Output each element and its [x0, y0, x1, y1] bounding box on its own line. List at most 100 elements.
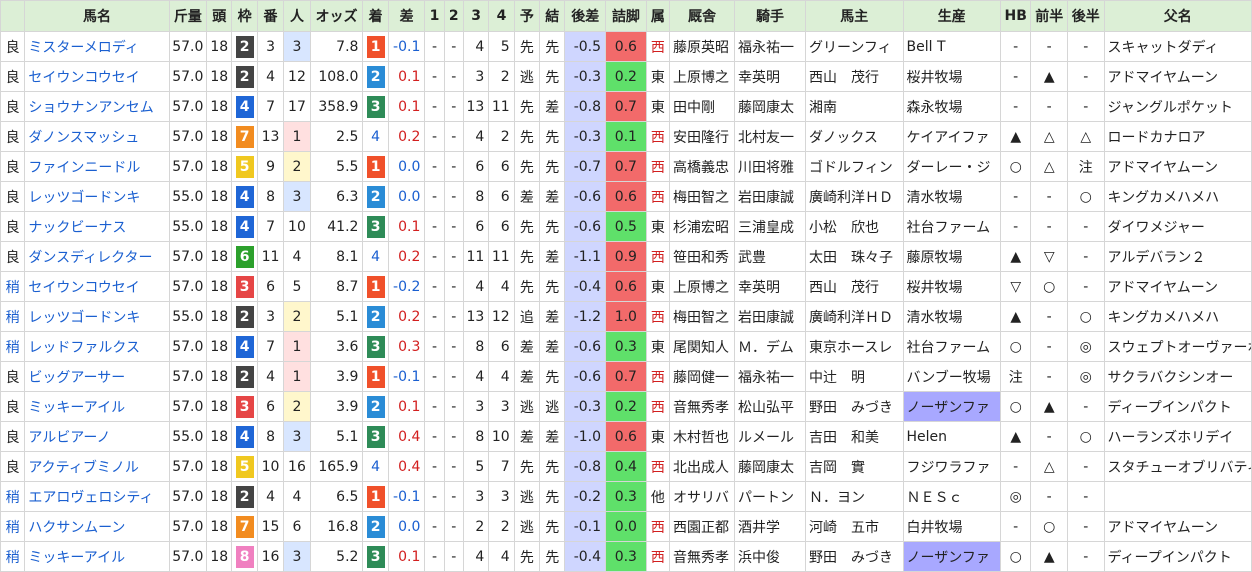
region: 他 [645, 481, 670, 512]
jockey: 幸英明 [733, 271, 807, 302]
pos4: 11 [488, 91, 515, 122]
closing-speed: 0.2 [605, 391, 647, 422]
horse-name-link[interactable]: セイウンコウセイ [24, 271, 170, 302]
prediction: 差 [513, 331, 541, 362]
hb-mark: ▽ [999, 271, 1032, 302]
prediction: 差 [513, 181, 541, 212]
col-hb-header[interactable]: HB [999, 0, 1032, 32]
col-late-diff-header[interactable]: 後差 [564, 0, 607, 32]
horse-name-link[interactable]: ショウナンアンセム [24, 91, 170, 122]
gate-badge: 3 [235, 395, 254, 418]
pos3: 4 [462, 121, 490, 152]
horse-name-link[interactable]: アルビアーノ [24, 421, 170, 452]
pos4: 3 [488, 391, 515, 422]
col-second-half-header[interactable]: 後半 [1066, 0, 1105, 32]
result: 差 [539, 301, 566, 332]
col-pos3-header[interactable]: 3 [462, 0, 490, 32]
region: 東 [645, 271, 670, 302]
horse-name-link[interactable]: レッツゴードンキ [24, 301, 170, 332]
margin: 0.4 [387, 451, 426, 482]
stable: 藤岡健一 [668, 361, 735, 392]
horse-name-link[interactable]: ミスターメロディ [24, 31, 170, 62]
horse-name-link[interactable]: アクティブミノル [24, 451, 170, 482]
horse-name-link[interactable]: ハクサンムーン [24, 511, 170, 542]
jockey: 武豊 [733, 241, 807, 272]
col-pos2-header[interactable]: 2 [443, 0, 464, 32]
finish-badge: 2 [366, 515, 385, 538]
runners: 18 [206, 541, 233, 572]
table-row: 稍ハクサンムーン 57.0 18 7 15 6 16.8 2 0.0- -2 2 逃先 -0.1 0.0 西… [0, 511, 1252, 542]
col-owner-header[interactable]: 馬主 [805, 0, 904, 32]
closing-speed: 0.6 [605, 31, 647, 62]
horse-name-link[interactable]: セイウンコウセイ [24, 61, 170, 92]
pos3: 2 [462, 511, 490, 542]
gate-badge: 5 [235, 155, 254, 178]
col-margin-header[interactable]: 差 [387, 0, 426, 32]
finish-cell: 4 [362, 121, 389, 152]
pos3: 8 [462, 331, 490, 362]
gate-cell: 2 [231, 361, 258, 392]
col-cond-header[interactable] [0, 0, 26, 32]
col-gate-header[interactable]: 枠 [231, 0, 258, 32]
weight: 55.0 [168, 181, 208, 212]
col-result-header[interactable]: 結 [539, 0, 566, 32]
horse-name-link[interactable]: ファインニードル [24, 151, 170, 182]
jockey: 藤岡康太 [733, 91, 807, 122]
gate-badge: 4 [235, 215, 254, 238]
popularity: 1 [283, 331, 311, 362]
gate-badge: 7 [235, 125, 254, 148]
col-region-header[interactable]: 属 [645, 0, 670, 32]
horse-name-link[interactable]: ビッグアーサー [24, 361, 170, 392]
table-row: 稍エアロヴェロシティ 57.0 18 2 4 4 6.5 1 -0.1- -3 3 逃先 -0.2 0.3… [0, 481, 1252, 512]
col-pos1-header[interactable]: 1 [424, 0, 445, 32]
prediction: 先 [513, 151, 541, 182]
col-pos4-header[interactable]: 4 [488, 0, 515, 32]
pos4: 12 [488, 301, 515, 332]
track-condition: 良 [0, 181, 26, 212]
col-odds-header[interactable]: オッズ [309, 0, 364, 32]
closing-speed: 0.3 [605, 541, 647, 572]
col-runners-header[interactable]: 頭 [206, 0, 233, 32]
horse-name-link[interactable]: エアロヴェロシティ [24, 481, 170, 512]
margin: 0.2 [387, 301, 426, 332]
col-prediction-header[interactable]: 予 [513, 0, 541, 32]
horse-number: 10 [256, 451, 285, 482]
gate-badge: 5 [235, 455, 254, 478]
col-popularity-header[interactable]: 人 [283, 0, 311, 32]
col-breeder-header[interactable]: 生産 [902, 0, 1001, 32]
horse-name-link[interactable]: ミッキーアイル [24, 541, 170, 572]
first-half-mark: ▲ [1030, 61, 1068, 92]
col-stable-header[interactable]: 厩舎 [668, 0, 735, 32]
col-horse-name-header[interactable]: 馬名 [24, 0, 170, 32]
odds: 7.8 [309, 31, 364, 62]
closing-speed: 0.2 [605, 61, 647, 92]
second-half-mark: ◎ [1066, 361, 1105, 392]
pos2: - [443, 331, 464, 362]
sire [1103, 481, 1252, 512]
horse-name-link[interactable]: ナックビーナス [24, 211, 170, 242]
first-half-mark: - [1030, 361, 1068, 392]
first-half-mark: - [1030, 301, 1068, 332]
col-first-half-header[interactable]: 前半 [1030, 0, 1068, 32]
horse-name-link[interactable]: レッツゴードンキ [24, 181, 170, 212]
finish-cell: 3 [362, 421, 389, 452]
col-sire-header[interactable]: 父名 [1103, 0, 1252, 32]
horse-name-link[interactable]: ミッキーアイル [24, 391, 170, 422]
horse-name-link[interactable]: レッドファルクス [24, 331, 170, 362]
horse-name-link[interactable]: ダンスディレクター [24, 241, 170, 272]
pos4: 11 [488, 241, 515, 272]
odds: 2.5 [309, 121, 364, 152]
pos3: 3 [462, 481, 490, 512]
popularity: 3 [283, 31, 311, 62]
col-weight-header[interactable]: 斤量 [168, 0, 208, 32]
col-finish-header[interactable]: 着 [362, 0, 389, 32]
prediction: 逃 [513, 481, 541, 512]
col-closing-header[interactable]: 詰脚 [605, 0, 647, 32]
col-number-header[interactable]: 番 [256, 0, 285, 32]
late-diff: -0.8 [564, 451, 607, 482]
horse-name-link[interactable]: ダノンスマッシュ [24, 121, 170, 152]
gate-badge: 8 [235, 545, 254, 568]
col-jockey-header[interactable]: 騎手 [733, 0, 807, 32]
weight: 57.0 [168, 151, 208, 182]
prediction: 差 [513, 361, 541, 392]
